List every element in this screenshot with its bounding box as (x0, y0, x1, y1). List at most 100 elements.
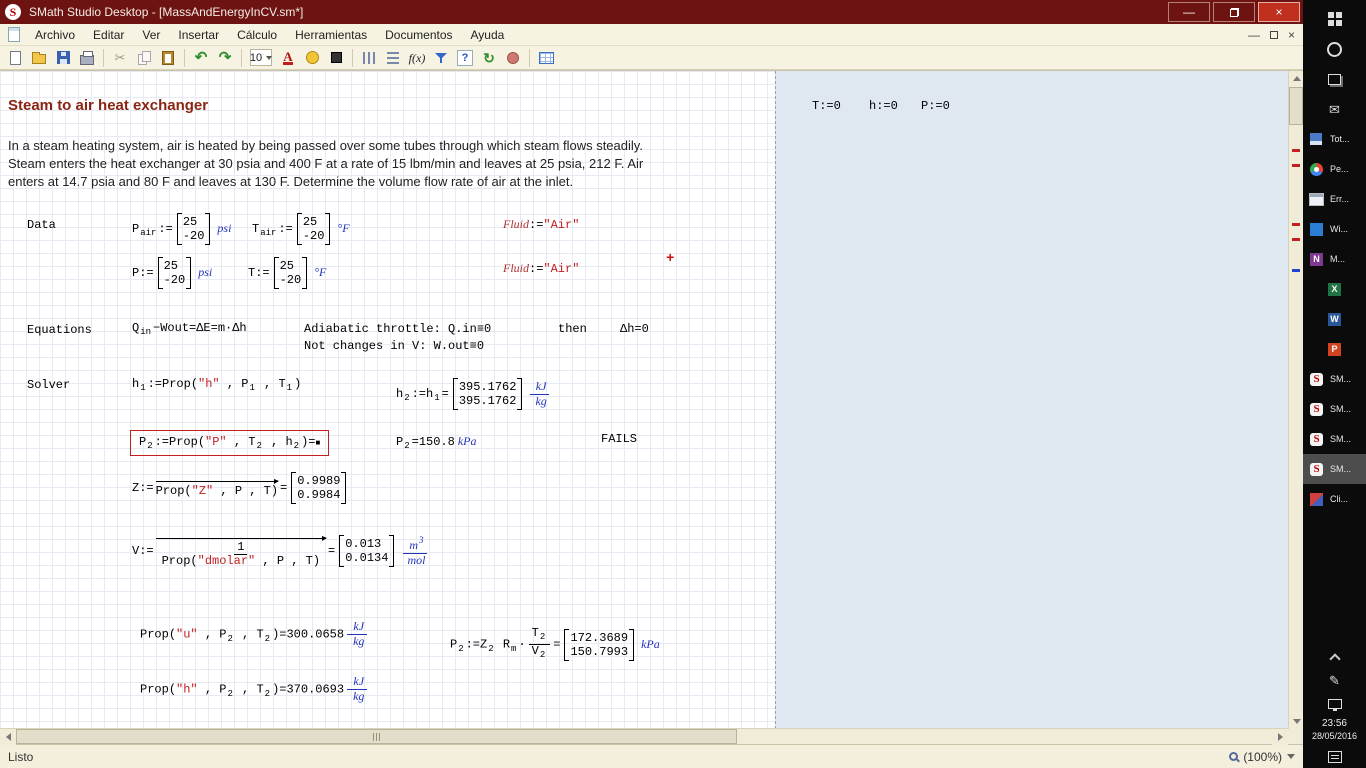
expr-no-work-note[interactable]: Not changes in V: W.out≡0 (304, 339, 484, 353)
highlight-button[interactable] (301, 48, 323, 68)
mdi-close-button[interactable]: × (1288, 29, 1295, 41)
expr-fluid-2[interactable]: Fluid:="Air" (503, 261, 579, 276)
minimize-button[interactable]: — (1168, 2, 1210, 22)
insert-table-button[interactable] (535, 48, 557, 68)
expr-prop-u[interactable]: Prop("u" , P2 , T2)=300.0658kJkg (140, 620, 370, 649)
border-button[interactable] (325, 48, 347, 68)
expr-p[interactable]: P:=25-20psi (132, 257, 212, 289)
mdi-restore-button[interactable] (1270, 31, 1278, 39)
label-data[interactable]: Data (27, 218, 56, 232)
filter-button[interactable] (430, 48, 452, 68)
taskbar-item-clipboard[interactable]: Cli... (1303, 484, 1366, 514)
network-icon[interactable] (1328, 699, 1342, 709)
pen-input-icon[interactable] (1329, 672, 1340, 690)
scroll-up-arrow[interactable] (1289, 71, 1304, 86)
expr-adiabatic-note[interactable]: Adiabatic throttle: Q.in≡0 (304, 322, 491, 336)
expr-p2-ideal-gas[interactable]: P2:=Z2 Rm·T2V2=172.3689150.7993kPa (450, 627, 660, 662)
font-color-button[interactable]: A (277, 48, 299, 68)
menu-item-cálculo[interactable]: Cálculo (228, 24, 286, 46)
taskbar-item-errors[interactable]: Err... (1303, 184, 1366, 214)
scroll-left-arrow[interactable] (0, 729, 16, 745)
expr-delta-h[interactable]: Δh=0 (620, 322, 649, 336)
zoom-control[interactable]: (100%) (1229, 750, 1295, 764)
menu-item-ver[interactable]: Ver (133, 24, 169, 46)
taskbar-item-browser[interactable]: Pe... (1303, 154, 1366, 184)
columns-button[interactable] (358, 48, 380, 68)
label-solver[interactable]: Solver (27, 378, 70, 392)
menu-item-insertar[interactable]: Insertar (169, 24, 228, 46)
mail-button[interactable]: ✉ (1303, 94, 1366, 124)
recalculate-button[interactable]: ↻ (478, 48, 500, 68)
task-view-icon (1326, 71, 1343, 88)
toolbar: ✂ ↶↷ 10 Af(x)?↻ (0, 46, 1303, 70)
hidden-icons-chevron[interactable] (1329, 653, 1340, 664)
close-button[interactable]: × (1258, 2, 1300, 22)
start-button[interactable] (1303, 4, 1366, 34)
open-button[interactable] (28, 48, 50, 68)
taskbar-item-photos[interactable]: Wi... (1303, 214, 1366, 244)
expr-h2-result[interactable]: h2:=h1=395.1762395.1762kJkg (396, 378, 553, 410)
menu-item-documentos[interactable]: Documentos (376, 24, 461, 46)
expr-h1-definition[interactable]: h1:=Prop("h" , P1 , T1) (132, 377, 301, 393)
taskbar-item-powerpoint[interactable]: P (1303, 334, 1366, 364)
expr-p2-error[interactable]: P2:=Prop("P" , T2 , h2)=■ (130, 430, 329, 456)
expr-p2-value[interactable]: P2=150.8kPa (396, 434, 476, 451)
taskbar-item-totalcmd[interactable]: Tot... (1303, 124, 1366, 154)
scroll-right-arrow[interactable] (1272, 729, 1288, 745)
expr-z-definition[interactable]: Z:=Prop("Z" , P , T)=0.99890.9984 (132, 472, 350, 504)
expr-prop-h[interactable]: Prop("h" , P2 , T2)=370.0693kJkg (140, 675, 370, 704)
action-center-icon[interactable] (1328, 751, 1342, 763)
copy-button[interactable] (133, 48, 155, 68)
expr-fails-note[interactable]: FAILS (601, 432, 637, 446)
taskbar-item-smath-3[interactable]: SSM... (1303, 424, 1366, 454)
task-view-button[interactable] (1303, 64, 1366, 94)
expr-t[interactable]: T:=25-20°F (248, 257, 326, 289)
horizontal-scroll-thumb[interactable] (16, 729, 737, 744)
toolbar-separator (241, 49, 242, 67)
menu-item-archivo[interactable]: Archivo (26, 24, 84, 46)
horizontal-scrollbar[interactable] (0, 728, 1288, 744)
taskbar-item-onenote[interactable]: NM... (1303, 244, 1366, 274)
insert-function-button[interactable]: f(x) (406, 48, 428, 68)
taskbar-clock[interactable]: 23:56 28/05/2016 (1312, 718, 1357, 742)
taskbar-item-smath-2[interactable]: SSM... (1303, 394, 1366, 424)
abort-button[interactable] (502, 48, 524, 68)
expr-side-p[interactable]: P:=0 (921, 99, 950, 113)
cut-button[interactable]: ✂ (109, 48, 131, 68)
redo-button[interactable]: ↷ (214, 48, 236, 68)
vertical-scrollbar[interactable] (1288, 71, 1303, 729)
font-size-select[interactable]: 10 (250, 49, 272, 66)
paste-button[interactable] (157, 48, 179, 68)
expr-side-h[interactable]: h:=0 (869, 99, 898, 113)
taskbar-item-smath-1[interactable]: SSM... (1303, 364, 1366, 394)
expr-energy-balance[interactable]: Qin−Wout=ΔE=m·Δh (132, 321, 247, 337)
expr-fluid-1[interactable]: Fluid:="Air" (503, 217, 579, 232)
maximize-button[interactable] (1213, 2, 1255, 22)
menu-item-editar[interactable]: Editar (84, 24, 133, 46)
new-document-button[interactable] (4, 48, 26, 68)
scroll-down-arrow[interactable] (1289, 714, 1304, 729)
label-equations[interactable]: Equations (27, 323, 92, 337)
taskbar-item-word[interactable]: W (1303, 304, 1366, 334)
save-button[interactable] (52, 48, 74, 68)
taskbar-item-excel[interactable]: X (1303, 274, 1366, 304)
expr-p-air[interactable]: Pair:=25-20psi (132, 213, 231, 245)
menu-item-herramientas[interactable]: Herramientas (286, 24, 376, 46)
title-bar[interactable]: S SMath Studio Desktop - [MassAndEnergyI… (0, 0, 1303, 24)
sheet-heading[interactable]: Steam to air heat exchanger (8, 97, 208, 114)
expr-side-t[interactable]: T:=0 (812, 99, 841, 113)
expr-t-air[interactable]: Tair:=25-20°F (252, 213, 350, 245)
menu-item-ayuda[interactable]: Ayuda (462, 24, 514, 46)
expr-v-definition[interactable]: V:=1Prop("dmolar" , P , T)=0.0130.0134m3… (132, 534, 431, 568)
undo-button[interactable]: ↶ (190, 48, 212, 68)
mdi-minimize-button[interactable]: — (1248, 29, 1260, 41)
print-button[interactable] (76, 48, 98, 68)
cortana-button[interactable] (1303, 34, 1366, 64)
vertical-scroll-thumb[interactable] (1289, 87, 1303, 125)
help-button[interactable]: ? (454, 48, 476, 68)
taskbar-item-smath-4[interactable]: SSM... (1303, 454, 1366, 484)
rows-button[interactable] (382, 48, 404, 68)
problem-text[interactable]: In a steam heating system, air is heated… (8, 137, 643, 191)
worksheet-canvas[interactable]: Steam to air heat exchanger In a steam h… (0, 71, 1288, 729)
expr-then[interactable]: then (558, 322, 587, 336)
